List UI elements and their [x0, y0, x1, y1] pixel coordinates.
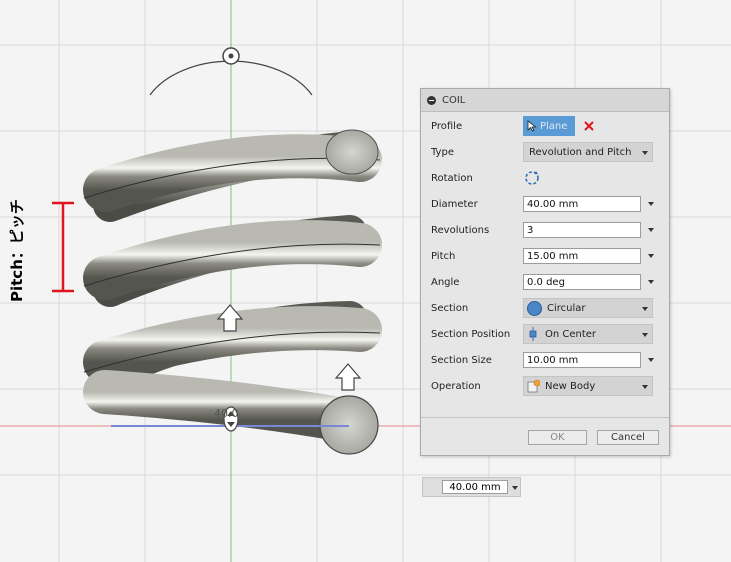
cursor-icon: [527, 120, 537, 132]
pitch-input[interactable]: 15.00 mm: [523, 248, 641, 264]
profile-value: Plane: [540, 120, 568, 132]
section-value: Circular: [547, 302, 586, 314]
revolutions-label: Revolutions: [431, 224, 490, 236]
profile-select-button[interactable]: Plane: [523, 116, 575, 136]
revolution-arrow-icon[interactable]: [334, 363, 362, 391]
floating-dimension-field: 40.00 mm: [422, 477, 521, 497]
row-section-position: Section Position On Center: [431, 324, 661, 344]
chevron-down-icon[interactable]: [648, 280, 654, 284]
row-type: Type Revolution and Pitch: [431, 142, 661, 162]
new-body-icon: [527, 379, 540, 393]
chevron-down-icon[interactable]: [512, 486, 518, 490]
chevron-down-icon[interactable]: [648, 202, 654, 206]
chevron-down-icon[interactable]: [648, 254, 654, 258]
pitch-annotation-label: Pitch：ピッチ: [8, 199, 26, 302]
row-section: Section Circular: [431, 298, 661, 318]
dialog-header: COIL: [421, 89, 669, 112]
row-diameter: Diameter 40.00 mm: [431, 194, 661, 214]
angle-input[interactable]: 0.0 deg: [523, 274, 641, 290]
type-value: Revolution and Pitch: [529, 146, 632, 158]
coil-start-cap: [325, 129, 379, 175]
type-dropdown[interactable]: Revolution and Pitch: [523, 142, 653, 162]
section-position-label: Section Position: [431, 328, 511, 340]
ok-button[interactable]: OK: [528, 430, 587, 445]
chevron-down-icon: [642, 307, 648, 311]
section-position-dropdown[interactable]: On Center: [523, 324, 653, 344]
chevron-down-icon[interactable]: [648, 358, 654, 362]
diameter-input[interactable]: 40.00 mm: [523, 196, 641, 212]
section-dropdown[interactable]: Circular: [523, 298, 653, 318]
operation-dropdown[interactable]: New Body: [523, 376, 653, 396]
coil-dialog: COIL Profile Plane Type Revolution and P…: [420, 88, 670, 456]
operation-label: Operation: [431, 380, 481, 392]
operation-value: New Body: [545, 380, 596, 392]
row-rotation: Rotation: [431, 168, 661, 188]
rotation-label: Rotation: [431, 172, 473, 184]
clear-selection-icon[interactable]: [584, 121, 594, 131]
chevron-down-icon: [642, 333, 648, 337]
dimension-readout: 40.0: [214, 407, 239, 420]
row-revolutions: Revolutions 3: [431, 220, 661, 240]
chevron-down-icon[interactable]: [648, 228, 654, 232]
row-operation: Operation New Body: [431, 376, 661, 396]
coil-body: [83, 134, 382, 442]
dialog-title: COIL: [442, 94, 466, 106]
collapse-icon[interactable]: [427, 95, 436, 105]
chevron-down-icon: [642, 385, 648, 389]
rotation-handle-icon[interactable]: [222, 47, 240, 65]
pitch-label: Pitch: [431, 250, 456, 262]
floating-dimension-input[interactable]: 40.00 mm: [442, 480, 508, 494]
section-size-label: Section Size: [431, 354, 492, 366]
type-label: Type: [431, 146, 454, 158]
on-center-icon: [529, 327, 537, 341]
chevron-down-icon: [642, 151, 648, 155]
diameter-label: Diameter: [431, 198, 478, 210]
section-size-input[interactable]: 10.00 mm: [523, 352, 641, 368]
profile-label: Profile: [431, 120, 463, 132]
pitch-annotation: [52, 201, 74, 293]
row-profile: Profile Plane: [431, 116, 661, 136]
rotation-direction-icon[interactable]: [523, 169, 541, 187]
row-angle: Angle 0.0 deg: [431, 272, 661, 292]
cancel-button[interactable]: Cancel: [597, 430, 659, 445]
dialog-footer-divider: [421, 417, 669, 418]
revolutions-input[interactable]: 3: [523, 222, 641, 238]
angle-label: Angle: [431, 276, 460, 288]
section-position-value: On Center: [545, 328, 597, 340]
row-pitch: Pitch 15.00 mm: [431, 246, 661, 266]
row-section-size: Section Size 10.00 mm: [431, 350, 661, 370]
section-label: Section: [431, 302, 469, 314]
circle-section-icon: [527, 300, 542, 316]
